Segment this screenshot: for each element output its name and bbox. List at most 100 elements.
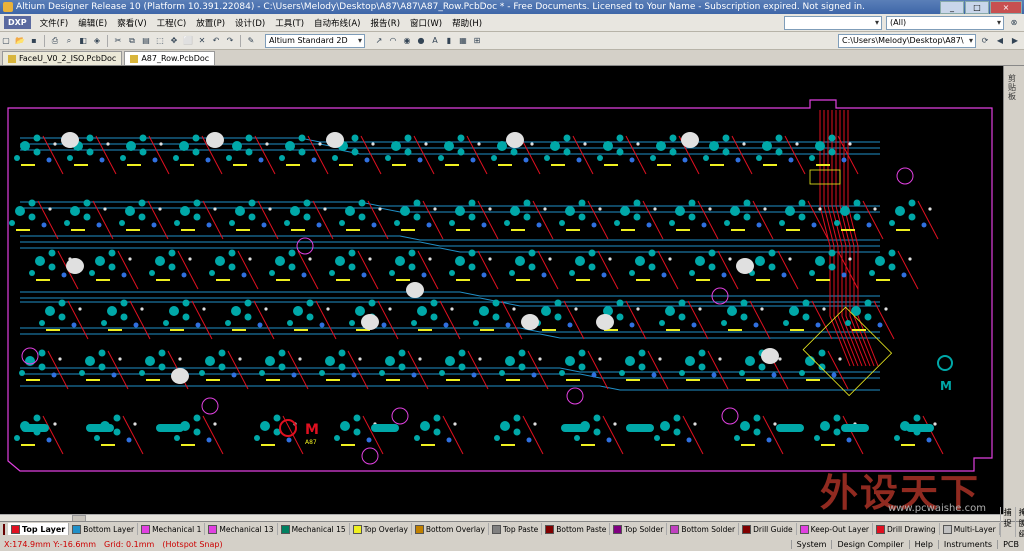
silkscreen-label bbox=[291, 229, 305, 231]
instruments-button[interactable]: Instruments bbox=[937, 539, 997, 549]
menu-project[interactable]: 工程(C) bbox=[152, 17, 192, 29]
tab-a87-row[interactable]: A87_Row.PcbDoc bbox=[124, 51, 216, 65]
string-icon[interactable]: A bbox=[429, 35, 441, 47]
forward-icon[interactable]: ▶ bbox=[1009, 35, 1021, 47]
menu-edit[interactable]: 编辑(E) bbox=[73, 17, 112, 29]
pcb-canvas[interactable]: M A87 M bbox=[0, 66, 1003, 514]
switch-pad bbox=[889, 220, 895, 226]
print-icon[interactable]: ⎙ bbox=[49, 35, 61, 47]
menu-help[interactable]: 帮助(H) bbox=[447, 17, 487, 29]
menu-file[interactable]: 文件(F) bbox=[35, 17, 74, 29]
via bbox=[538, 357, 542, 361]
route-icon[interactable]: ↗ bbox=[373, 35, 385, 47]
layer-tab[interactable]: Mechanical 13 bbox=[205, 523, 278, 535]
move-icon[interactable]: ✥ bbox=[168, 35, 180, 47]
layer-tab[interactable]: Multi-Layer bbox=[940, 523, 1000, 535]
minimize-button[interactable]: _ bbox=[940, 0, 964, 14]
clipboard-panel[interactable]: 剪贴板 bbox=[1003, 66, 1024, 514]
diode-trace bbox=[657, 250, 679, 290]
switch-pad bbox=[523, 199, 531, 207]
switch-pad bbox=[818, 363, 826, 371]
layer-tab[interactable]: Bottom Paste bbox=[542, 523, 611, 535]
design-compiler-button[interactable]: Design Compiler bbox=[831, 539, 908, 549]
filter-clear-icon[interactable]: ⊗ bbox=[1008, 17, 1020, 29]
diode-trace bbox=[642, 200, 664, 240]
pcb-panel-button[interactable]: PCB bbox=[997, 539, 1024, 549]
via bbox=[574, 307, 578, 311]
open-icon[interactable]: 📂 bbox=[14, 35, 26, 47]
layer-tab[interactable]: Mechanical 15 bbox=[278, 523, 350, 535]
fill-icon[interactable]: ▮ bbox=[443, 35, 455, 47]
via bbox=[773, 422, 777, 426]
silkscreen-label bbox=[456, 229, 470, 231]
new-doc-icon[interactable]: ▢ bbox=[0, 35, 12, 47]
diode-trace bbox=[811, 300, 833, 340]
stabilizer-hole bbox=[206, 132, 224, 148]
copy-icon[interactable]: ⧉ bbox=[126, 35, 138, 47]
switch-pad bbox=[802, 313, 810, 321]
layer-tab[interactable]: Keep-Out Layer bbox=[797, 523, 874, 535]
menu-view[interactable]: 察看(V) bbox=[112, 17, 151, 29]
layers-icon[interactable]: ◈ bbox=[91, 35, 103, 47]
switch-pad bbox=[616, 313, 624, 321]
save-icon[interactable]: ▪ bbox=[28, 35, 40, 47]
layer-tab[interactable]: Mechanical 1 bbox=[138, 523, 206, 535]
back-icon[interactable]: ◀ bbox=[994, 35, 1006, 47]
filter-combo-left[interactable] bbox=[784, 15, 882, 30]
switch-pad bbox=[231, 306, 241, 316]
layer-tab[interactable]: Bottom Overlay bbox=[412, 523, 489, 535]
layer-tab[interactable]: Top Solder bbox=[610, 523, 668, 535]
layer-tab[interactable]: Top Paste bbox=[489, 523, 543, 535]
switch-pad bbox=[510, 148, 518, 156]
menu-place[interactable]: 放置(P) bbox=[191, 17, 230, 29]
view-mode-select[interactable]: Altium Standard 2D bbox=[265, 33, 365, 48]
silkscreen-label bbox=[156, 279, 170, 281]
redo-icon[interactable]: ↷ bbox=[224, 35, 236, 47]
filter-combo[interactable]: (All) bbox=[886, 15, 1004, 30]
via-icon[interactable]: ◉ bbox=[401, 35, 413, 47]
layer-tab[interactable]: Top Layer bbox=[8, 523, 70, 535]
paste-icon[interactable]: ▤ bbox=[140, 35, 152, 47]
current-layer-indicator[interactable] bbox=[3, 523, 5, 535]
layer-tab[interactable]: Drill Guide bbox=[739, 523, 797, 535]
cut-icon[interactable]: ✂ bbox=[112, 35, 124, 47]
browse-icon[interactable]: ◧ bbox=[77, 35, 89, 47]
zoom-icon[interactable]: ⌕ bbox=[63, 35, 75, 47]
menu-window[interactable]: 窗口(W) bbox=[405, 17, 447, 29]
arc-icon[interactable]: ◠ bbox=[387, 35, 399, 47]
diode-trace bbox=[191, 300, 213, 340]
close-button[interactable]: × bbox=[990, 0, 1022, 14]
deselect-icon[interactable]: ⬜ bbox=[182, 35, 194, 47]
via bbox=[763, 207, 767, 211]
layer-tab-list: Top Layer Bottom Layer Mechanical 1 Mechani… bbox=[8, 523, 1000, 535]
switch-pad bbox=[809, 155, 815, 161]
layer-tab[interactable]: Drill Drawing bbox=[873, 523, 940, 535]
refresh-icon[interactable]: ⟳ bbox=[979, 35, 991, 47]
pencil-icon[interactable]: ✎ bbox=[245, 35, 257, 47]
tab-faceu[interactable]: FaceU_V0_2_ISO.PcbDoc bbox=[2, 51, 123, 65]
via bbox=[188, 257, 192, 261]
path-combo[interactable]: C:\Users\Melody\Desktop\A87\ bbox=[838, 33, 976, 48]
menu-design[interactable]: 设计(D) bbox=[230, 17, 270, 29]
switch-pad bbox=[218, 363, 226, 371]
menu-autoroute[interactable]: 自动布线(A) bbox=[309, 17, 365, 29]
clear-icon[interactable]: ✕ bbox=[196, 35, 208, 47]
led-pad bbox=[901, 272, 907, 278]
menu-reports[interactable]: 报告(R) bbox=[365, 17, 405, 29]
diode-trace bbox=[477, 200, 499, 240]
menu-tools[interactable]: 工具(T) bbox=[270, 17, 309, 29]
dxp-menu[interactable]: DXP bbox=[4, 16, 31, 29]
component-icon[interactable]: ▦ bbox=[457, 35, 469, 47]
system-panel-button[interactable]: System bbox=[790, 539, 832, 549]
layer-tab[interactable]: Top Overlay bbox=[350, 523, 412, 535]
switch-pad bbox=[758, 363, 766, 371]
help-panel-button[interactable]: Help bbox=[908, 539, 938, 549]
maximize-button[interactable]: □ bbox=[965, 0, 989, 14]
undo-icon[interactable]: ↶ bbox=[210, 35, 222, 47]
pad-icon[interactable]: ● bbox=[415, 35, 427, 47]
layer-tab[interactable]: Bottom Solder bbox=[667, 523, 740, 535]
select-icon[interactable]: ⬚ bbox=[154, 35, 166, 47]
grid-icon[interactable]: ⊞ bbox=[471, 35, 483, 47]
switch-pad bbox=[669, 148, 677, 156]
layer-tab[interactable]: Bottom Layer bbox=[69, 523, 139, 535]
